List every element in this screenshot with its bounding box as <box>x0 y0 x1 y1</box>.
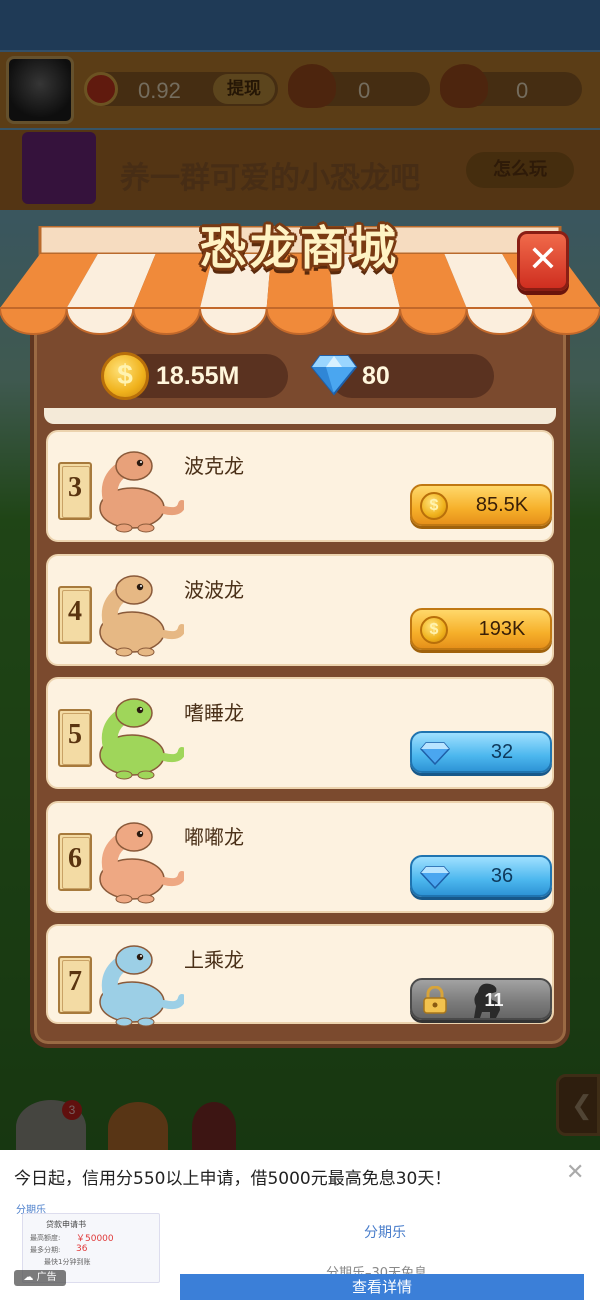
buy-button[interactable]: 36 <box>410 854 552 897</box>
diamond-icon <box>310 355 358 396</box>
awning-scallop <box>0 307 68 335</box>
awning-scallop <box>465 307 535 335</box>
awning-scallop <box>532 307 600 335</box>
price-value: 85.5K <box>475 494 529 516</box>
shop-title: 恐龙商城 <box>200 221 400 275</box>
dinosaur-icon <box>84 942 186 1028</box>
ad-image-speed: 最快1分钟到账 <box>44 1258 91 1266</box>
awning-scallop <box>398 307 468 335</box>
price-value: 193K <box>478 617 526 640</box>
dinosaur-icon <box>84 695 186 781</box>
price-value: 36 <box>490 864 514 887</box>
ad-label: ☁ 广告 <box>14 1270 66 1286</box>
buy-button[interactable]: 32 <box>410 731 552 773</box>
shop-item: 5 嗜睡龙 32 <box>46 677 554 789</box>
ad-image-amount: ￥50000 <box>76 1234 114 1244</box>
dinosaur-name: 嗜睡龙 <box>184 701 244 725</box>
lock-icon <box>422 985 448 1014</box>
awning-scallop <box>265 307 335 335</box>
dinosaur-icon <box>84 448 186 534</box>
dinosaur-icon <box>84 819 186 905</box>
shop-item: 4 波波龙 $193K <box>46 553 554 666</box>
coin-icon: $ <box>420 492 448 520</box>
gem-balance: 80 <box>362 362 390 390</box>
shop-item: 7 上乘龙 11 <box>46 924 554 1027</box>
awning-scallop <box>198 307 268 335</box>
unlock-level: 11 <box>484 990 504 1010</box>
dinosaur-name: 波克龙 <box>184 454 244 478</box>
buy-button[interactable]: $85.5K <box>410 484 552 526</box>
ad-image-term: 36 <box>76 1244 88 1254</box>
diamond-icon <box>420 741 450 766</box>
awning-scallop <box>132 307 202 335</box>
awning-scallop <box>65 307 135 335</box>
locked-buy-button[interactable]: 11 <box>410 978 552 1020</box>
buy-button[interactable]: $193K <box>410 607 552 650</box>
ad-image-title: 贷款申请书 <box>46 1220 86 1229</box>
ad-headline[interactable]: 今日起，信用分550以上申请，借5000元最高免息30天！ <box>14 1164 451 1189</box>
coin-balance: 18.55M <box>156 362 240 390</box>
dinosaur-name: 上乘龙 <box>184 948 244 972</box>
list-top-edge <box>44 408 556 424</box>
coin-icon: $ <box>101 352 149 400</box>
dinosaur-name: 波波龙 <box>184 577 244 602</box>
close-button[interactable]: ✕ <box>517 231 569 291</box>
price-value: 32 <box>490 741 514 763</box>
ad-label-text: 广告 <box>36 1272 57 1283</box>
dinosaur-icon <box>84 572 186 658</box>
ad-image-amount-label: 最高额度: <box>30 1234 61 1242</box>
dinosaur-name: 嘟嘟龙 <box>184 824 244 849</box>
ad-close-icon[interactable]: ✕ <box>566 1160 584 1185</box>
shop-item: 3 波克龙 $85.5K <box>46 430 554 542</box>
ad-image-term-label: 最多分期: <box>30 1246 61 1254</box>
shop-item: 6 嘟嘟龙 36 <box>46 800 554 913</box>
awning-scallop <box>332 307 402 335</box>
coin-icon: $ <box>420 615 448 644</box>
ad-brand: 分期乐 <box>364 1225 406 1241</box>
diamond-icon <box>420 865 450 889</box>
ad-details-button[interactable]: 查看详情 <box>180 1274 584 1300</box>
